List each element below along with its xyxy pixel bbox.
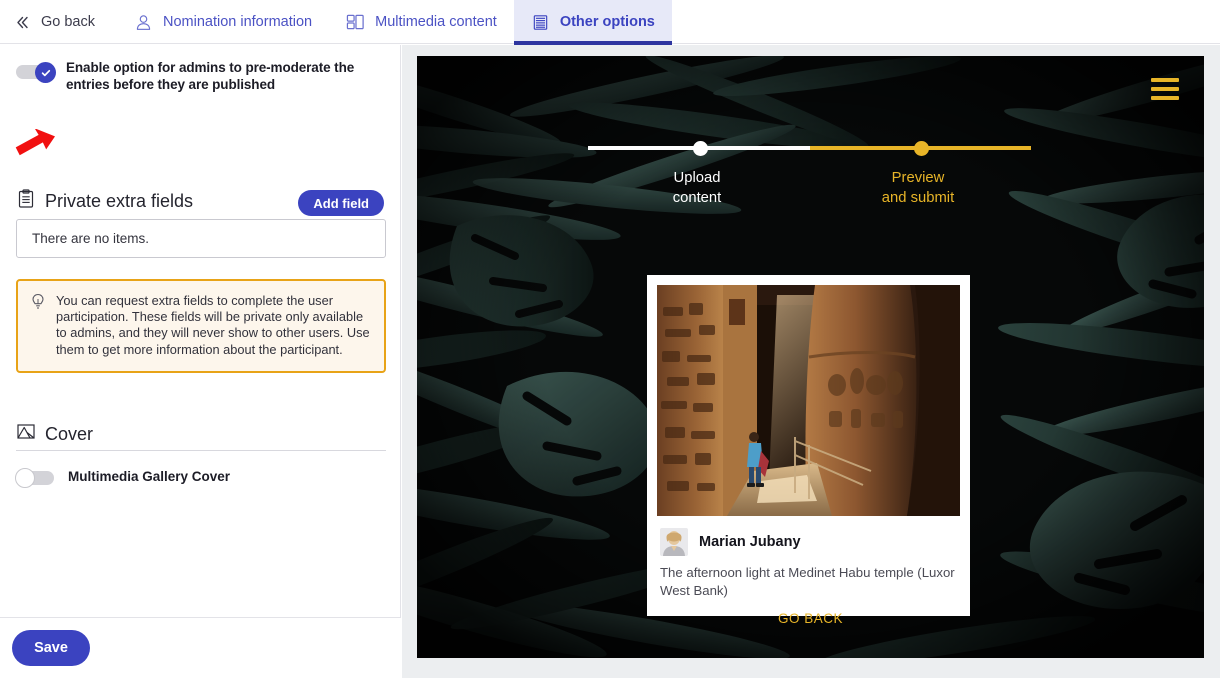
clipboard-list-icon: [16, 189, 36, 214]
tab-go-back-label: Go back: [41, 14, 95, 30]
check-icon: [41, 69, 50, 76]
entry-preview-card[interactable]: Marian Jubany The afternoon light at Med…: [647, 275, 970, 616]
entry-description: The afternoon light at Medinet Habu temp…: [660, 565, 955, 598]
options-sidebar: Enable option for admins to pre-moderate…: [0, 45, 401, 678]
premoderate-row: Enable option for admins to pre-moderate…: [16, 60, 386, 93]
sidebar-content: Enable option for admins to pre-moderate…: [0, 45, 400, 617]
private-fields-header: Private extra fields: [16, 189, 193, 214]
sidebar-footer: Save: [0, 617, 401, 678]
step-label-line-1: Preview: [891, 170, 945, 186]
layout-grid-icon: [346, 13, 365, 32]
tab-multimedia-content-label: Multimedia content: [375, 14, 497, 30]
hamburger-bar: [1151, 78, 1179, 82]
list-lines-icon: [531, 13, 550, 32]
private-fields-tip: You can request extra fields to complete…: [16, 279, 386, 373]
multimedia-gallery-cover-toggle[interactable]: [15, 468, 54, 488]
multimedia-gallery-cover-label: Multimedia Gallery Cover: [68, 469, 231, 484]
toggle-knob-unchecked: [15, 468, 35, 488]
tab-other-options[interactable]: Other options: [513, 0, 672, 45]
stepper-track: [588, 141, 1031, 156]
entry-author-row: Marian Jubany: [660, 528, 957, 556]
step-label-line-1: Upload: [673, 170, 721, 186]
hamburger-menu-icon[interactable]: [1151, 78, 1179, 100]
cover-divider: [16, 450, 386, 451]
tab-nomination-information-label: Nomination information: [163, 14, 313, 30]
tab-nomination-information[interactable]: Nomination information: [117, 0, 329, 44]
cover-toggle-row: Multimedia Gallery Cover: [15, 466, 231, 488]
premoderate-toggle[interactable]: [16, 62, 56, 83]
app-root: Go back Nomination information Multimedi…: [0, 0, 1220, 678]
entry-meta: Marian Jubany The afternoon light at Med…: [657, 516, 960, 614]
step-label-line-2: content: [672, 190, 722, 206]
private-fields-tip-text: You can request extra fields to complete…: [56, 293, 370, 357]
preview-pane: Upload content Preview and submit Marian…: [402, 45, 1220, 678]
save-button[interactable]: Save: [12, 630, 90, 666]
private-fields-title: Private extra fields: [45, 191, 194, 211]
submission-stepper: Upload content Preview and submit: [417, 136, 1204, 226]
avatar: [660, 528, 688, 556]
contest-preview: Upload content Preview and submit Marian…: [417, 56, 1204, 658]
chevrons-left-icon: [14, 14, 31, 31]
cover-title: Cover: [45, 423, 94, 444]
hamburger-bar: [1151, 87, 1179, 91]
entry-author-name: Marian Jubany: [699, 534, 801, 550]
private-fields-empty-state: There are no items.: [16, 219, 386, 258]
step-label-line-2: and submit: [881, 190, 955, 206]
cover-header: Cover: [16, 422, 93, 446]
toggle-knob-checked: [35, 62, 56, 83]
annotation-arrow-icon: [14, 128, 60, 177]
add-field-button[interactable]: Add field: [298, 190, 384, 216]
entry-photo: [657, 285, 960, 516]
premoderate-label: Enable option for admins to pre-moderate…: [66, 60, 355, 92]
image-icon: [16, 422, 36, 446]
user-icon: [134, 13, 153, 32]
stepper-dot-upload-content[interactable]: [693, 141, 708, 156]
stepper-label-preview-and-submit: Preview and submit: [833, 168, 1003, 208]
tab-go-back[interactable]: Go back: [0, 0, 117, 44]
tab-multimedia-content[interactable]: Multimedia content: [329, 0, 514, 44]
preview-go-back-link[interactable]: GO BACK: [417, 611, 1204, 626]
stepper-label-upload-content: Upload content: [612, 168, 782, 208]
tab-other-options-label: Other options: [559, 14, 655, 30]
lightbulb-icon: [30, 293, 46, 358]
hamburger-bar: [1151, 96, 1179, 100]
tab-bar: Go back Nomination information Multimedi…: [0, 0, 1220, 45]
stepper-dot-preview-and-submit[interactable]: [914, 141, 929, 156]
